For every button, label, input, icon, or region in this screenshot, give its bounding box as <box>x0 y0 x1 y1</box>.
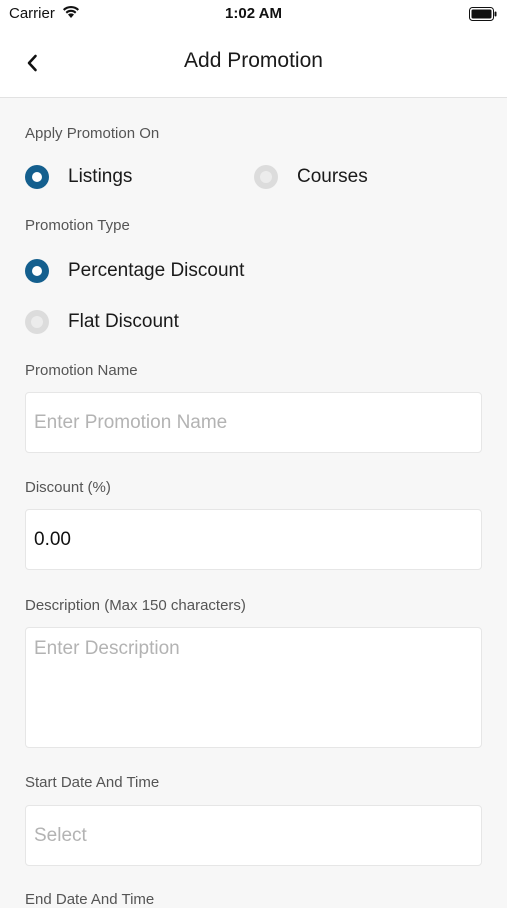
status-bar: Carrier 1:02 AM <box>0 0 507 30</box>
radio-percentage-discount[interactable]: Percentage Discount <box>25 259 244 283</box>
description-textarea[interactable] <box>25 627 482 748</box>
radio-listings[interactable]: Listings <box>25 165 132 189</box>
radio-label-flat-discount: Flat Discount <box>68 311 179 332</box>
start-date-select[interactable]: Select <box>25 805 482 866</box>
page-title: Add Promotion <box>184 49 323 72</box>
radio-label-percentage-discount: Percentage Discount <box>68 260 245 281</box>
radio-label-listings: Listings <box>68 166 133 187</box>
start-date-label: Start Date And Time <box>25 774 160 791</box>
discount-label: Discount (%) <box>25 479 111 496</box>
radio-label-courses: Courses <box>297 166 368 187</box>
radio-courses[interactable]: Courses <box>254 165 368 189</box>
apply-on-label: Apply Promotion On <box>25 125 160 142</box>
navigation-bar: Add Promotion <box>0 30 507 98</box>
promotion-name-input[interactable] <box>25 392 482 453</box>
radio-unselected-indicator <box>25 310 49 334</box>
promotion-name-label: Promotion Name <box>25 362 138 379</box>
battery-icon <box>469 7 497 26</box>
radio-flat-discount[interactable]: Flat Discount <box>25 310 179 334</box>
description-label: Description (Max 150 characters) <box>25 597 246 614</box>
radio-selected-indicator <box>25 259 49 283</box>
status-time: 1:02 AM <box>225 5 282 22</box>
radio-selected-indicator <box>25 165 49 189</box>
discount-input[interactable] <box>25 509 482 570</box>
radio-unselected-indicator <box>254 165 278 189</box>
promotion-type-label: Promotion Type <box>25 217 130 234</box>
start-date-placeholder: Select <box>34 824 87 846</box>
